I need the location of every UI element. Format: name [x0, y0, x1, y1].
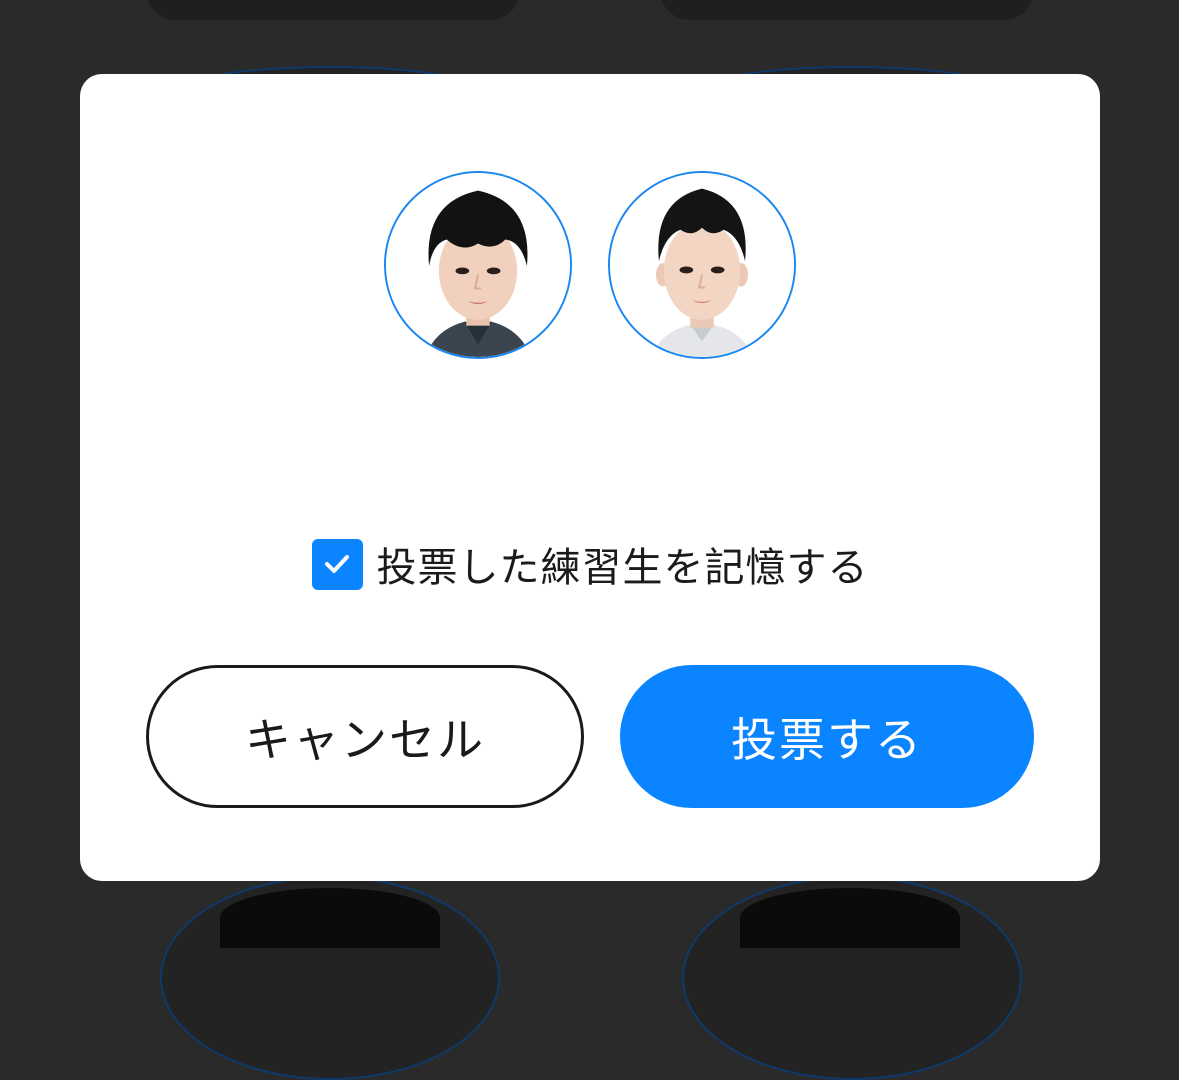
- trainee-photo-2: [610, 173, 794, 357]
- cancel-button[interactable]: キャンセル: [146, 665, 584, 808]
- vote-button[interactable]: 投票する: [620, 665, 1034, 808]
- background-hair-bottom-left: [220, 888, 440, 948]
- background-hair-bottom-right: [740, 888, 960, 948]
- background-card-top-left: [146, 0, 520, 20]
- remember-checkbox[interactable]: [311, 538, 363, 590]
- remember-trainees-row[interactable]: 投票した練習生を記憶する: [80, 535, 1100, 593]
- remember-label: 投票した練習生を記憶する: [376, 545, 869, 591]
- trainee-avatar-1: [384, 171, 572, 359]
- selected-trainees: [80, 171, 1100, 359]
- checkmark-icon: [325, 555, 349, 573]
- trainee-photo-1: [386, 173, 570, 357]
- vote-confirm-dialog: 投票した練習生を記憶する キャンセル 投票する: [80, 74, 1100, 881]
- trainee-avatar-2: [608, 171, 796, 359]
- background-card-top-right: [660, 0, 1034, 20]
